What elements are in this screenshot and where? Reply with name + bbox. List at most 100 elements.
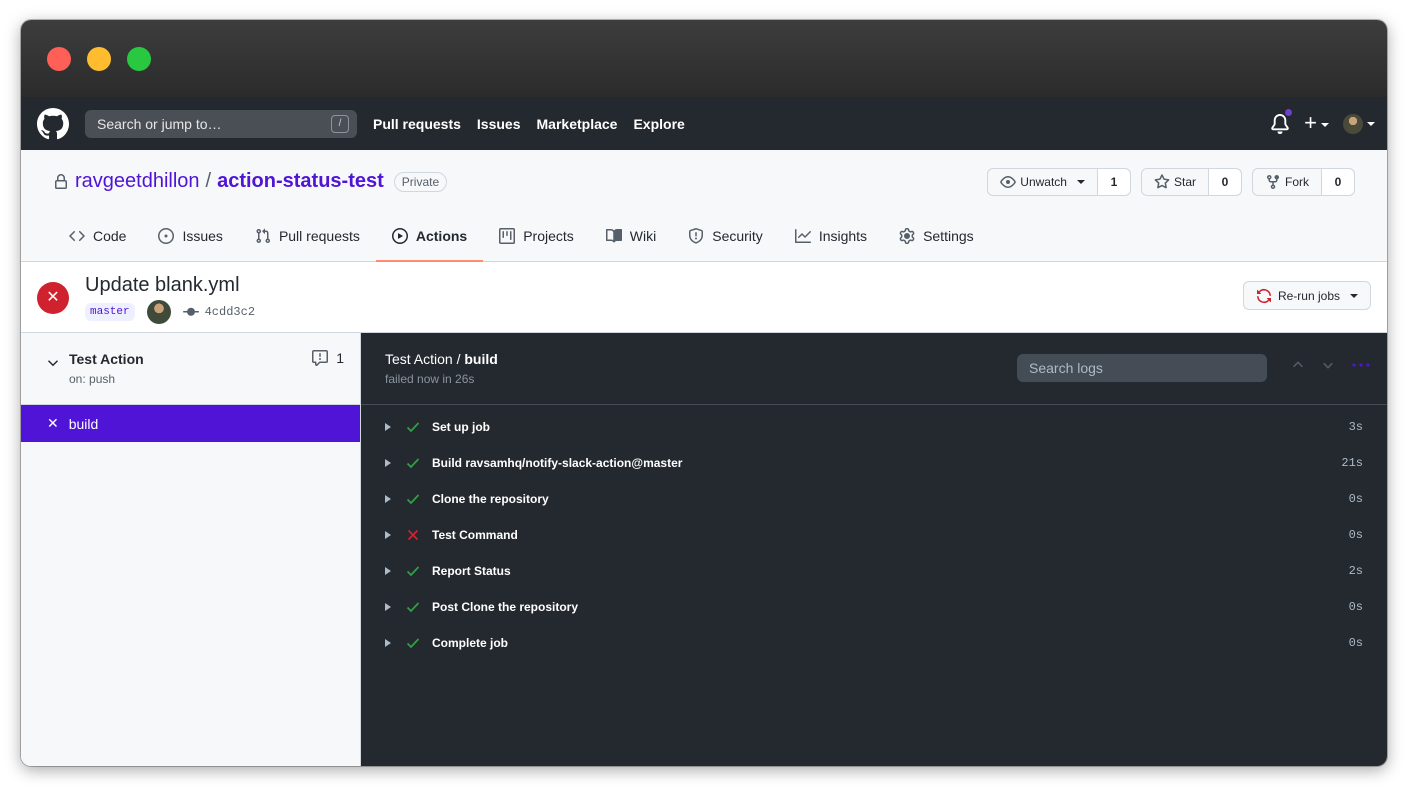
tab-wiki[interactable]: Wiki — [590, 211, 672, 261]
unwatch-button[interactable]: Unwatch — [988, 169, 1098, 195]
minimize-window-button[interactable] — [87, 47, 111, 71]
branch-badge[interactable]: master — [85, 303, 135, 321]
x-icon — [407, 529, 419, 541]
chevron-up-icon[interactable] — [1291, 358, 1305, 372]
tab-code[interactable]: Code — [53, 211, 142, 261]
tab-actions[interactable]: Actions — [375, 211, 484, 262]
nav-issues[interactable]: Issues — [477, 116, 521, 132]
log-step-duration: 0s — [1348, 492, 1363, 506]
fork-button[interactable]: Fork — [1253, 169, 1322, 195]
pull-request-icon — [256, 228, 270, 244]
commit-icon — [182, 307, 199, 316]
commit-link[interactable]: 4cdd3c2 — [182, 304, 256, 320]
avatar[interactable] — [146, 300, 171, 324]
run-title: Update blank.yml — [85, 274, 240, 296]
tab-projects[interactable]: Projects — [483, 211, 590, 261]
tab-insights[interactable]: Insights — [779, 211, 883, 261]
logs-header: Test Action / build failed now in 26s Se… — [361, 333, 1387, 405]
log-step-duration: 2s — [1348, 564, 1363, 578]
expand-triangle-icon[interactable] — [385, 639, 391, 647]
kebab-menu-icon[interactable] — [1351, 357, 1371, 373]
log-step-row[interactable]: Build ravsamhq/notify-slack-action@maste… — [361, 445, 1387, 481]
eye-icon — [1000, 176, 1017, 188]
log-step-row[interactable]: Test Command 0s — [361, 517, 1387, 553]
repo-name-link[interactable]: action-status-test — [217, 170, 384, 193]
chevron-down-icon — [1076, 180, 1085, 184]
user-menu[interactable] — [1343, 113, 1375, 134]
log-step-row[interactable]: Complete job 0s — [361, 625, 1387, 661]
project-icon — [499, 228, 516, 244]
repo-action-buttons: Unwatch 1 Star 0 Fork 0 — [987, 168, 1355, 196]
job-logs-panel: Test Action / build failed now in 26s Se… — [361, 333, 1387, 766]
log-step-row[interactable]: Report Status 2s — [361, 553, 1387, 589]
github-logo-icon[interactable] — [37, 108, 69, 140]
play-icon — [391, 228, 408, 244]
tab-pull-requests[interactable]: Pull requests — [239, 211, 376, 261]
log-step-name: Set up job — [432, 420, 490, 434]
watch-count[interactable]: 1 — [1097, 169, 1130, 195]
expand-triangle-icon[interactable] — [385, 531, 391, 539]
chevron-down-icon[interactable] — [47, 357, 59, 369]
tab-projects-label: Projects — [523, 228, 574, 244]
logs-nav — [1291, 357, 1371, 373]
tab-wiki-label: Wiki — [629, 228, 657, 244]
create-new-plus-icon[interactable]: + — [1304, 111, 1329, 135]
job-failed-x-icon: ✕ — [47, 415, 59, 431]
fork-icon — [1267, 175, 1279, 190]
shield-icon — [689, 228, 704, 244]
run-body: Test Action on: push 1 ✕ build Test Acti… — [21, 333, 1387, 766]
rerun-jobs-button[interactable]: Re-run jobs — [1242, 281, 1371, 310]
fork-label: Fork — [1285, 175, 1309, 189]
maximize-window-button[interactable] — [127, 47, 151, 71]
logs-title: Test Action / build — [385, 351, 498, 367]
log-step-row[interactable]: Post Clone the repository 0s — [361, 589, 1387, 625]
search-shortcut-hint: / — [331, 115, 349, 133]
report-icon — [312, 350, 329, 366]
global-search-input[interactable]: Search or jump to… / — [85, 110, 357, 138]
commit-sha: 4cdd3c2 — [204, 305, 256, 319]
nav-marketplace[interactable]: Marketplace — [537, 116, 618, 132]
log-step-name: Post Clone the repository — [432, 600, 579, 614]
workflow-summary[interactable]: Test Action on: push 1 — [21, 333, 360, 405]
notifications-bell-icon[interactable] — [1270, 107, 1294, 134]
watch-button-group: Unwatch 1 — [987, 168, 1131, 196]
log-step-name: Build ravsamhq/notify-slack-action@maste… — [432, 456, 683, 470]
expand-triangle-icon[interactable] — [385, 423, 391, 431]
fork-count[interactable]: 0 — [1322, 169, 1354, 195]
log-step-row[interactable]: Clone the repository 0s — [361, 481, 1387, 517]
github-header: Search or jump to… / Pull requests Issue… — [21, 97, 1387, 150]
visibility-badge: Private — [393, 171, 448, 192]
jobs-sidebar: Test Action on: push 1 ✕ build — [21, 333, 361, 766]
logs-workflow-name: Test Action / — [385, 351, 461, 367]
job-item-build[interactable]: ✕ build — [21, 405, 360, 442]
log-step-duration: 0s — [1348, 600, 1363, 614]
log-step-row[interactable]: Set up job 3s — [361, 409, 1387, 445]
search-logs-input[interactable]: Search logs — [1017, 354, 1267, 382]
expand-triangle-icon[interactable] — [385, 567, 391, 575]
expand-triangle-icon[interactable] — [385, 495, 391, 503]
window-titlebar — [21, 20, 1387, 97]
star-button[interactable]: Star — [1142, 169, 1209, 195]
tab-security[interactable]: Security — [672, 211, 779, 261]
graph-icon — [794, 229, 811, 243]
chevron-down-icon[interactable] — [1321, 358, 1335, 372]
run-meta: master 4cdd3c2 — [85, 300, 255, 324]
browser-window: Search or jump to… / Pull requests Issue… — [21, 20, 1387, 766]
check-icon — [406, 602, 420, 613]
star-label: Star — [1173, 175, 1196, 189]
nav-explore[interactable]: Explore — [633, 116, 684, 132]
expand-triangle-icon[interactable] — [385, 459, 391, 467]
book-icon — [605, 228, 622, 243]
nav-pull-requests[interactable]: Pull requests — [373, 116, 461, 132]
log-step-name: Test Command — [432, 528, 518, 542]
gear-icon — [899, 228, 915, 244]
tab-settings[interactable]: Settings — [883, 211, 990, 261]
annotations-count[interactable]: 1 — [312, 350, 344, 366]
star-count[interactable]: 0 — [1209, 169, 1241, 195]
tab-issues[interactable]: Issues — [142, 211, 238, 261]
close-window-button[interactable] — [47, 47, 71, 71]
top-nav: Pull requests Issues Marketplace Explore — [373, 97, 685, 150]
log-step-name: Report Status — [432, 564, 511, 578]
repo-owner-link[interactable]: ravgeetdhillon — [75, 170, 200, 193]
expand-triangle-icon[interactable] — [385, 603, 391, 611]
